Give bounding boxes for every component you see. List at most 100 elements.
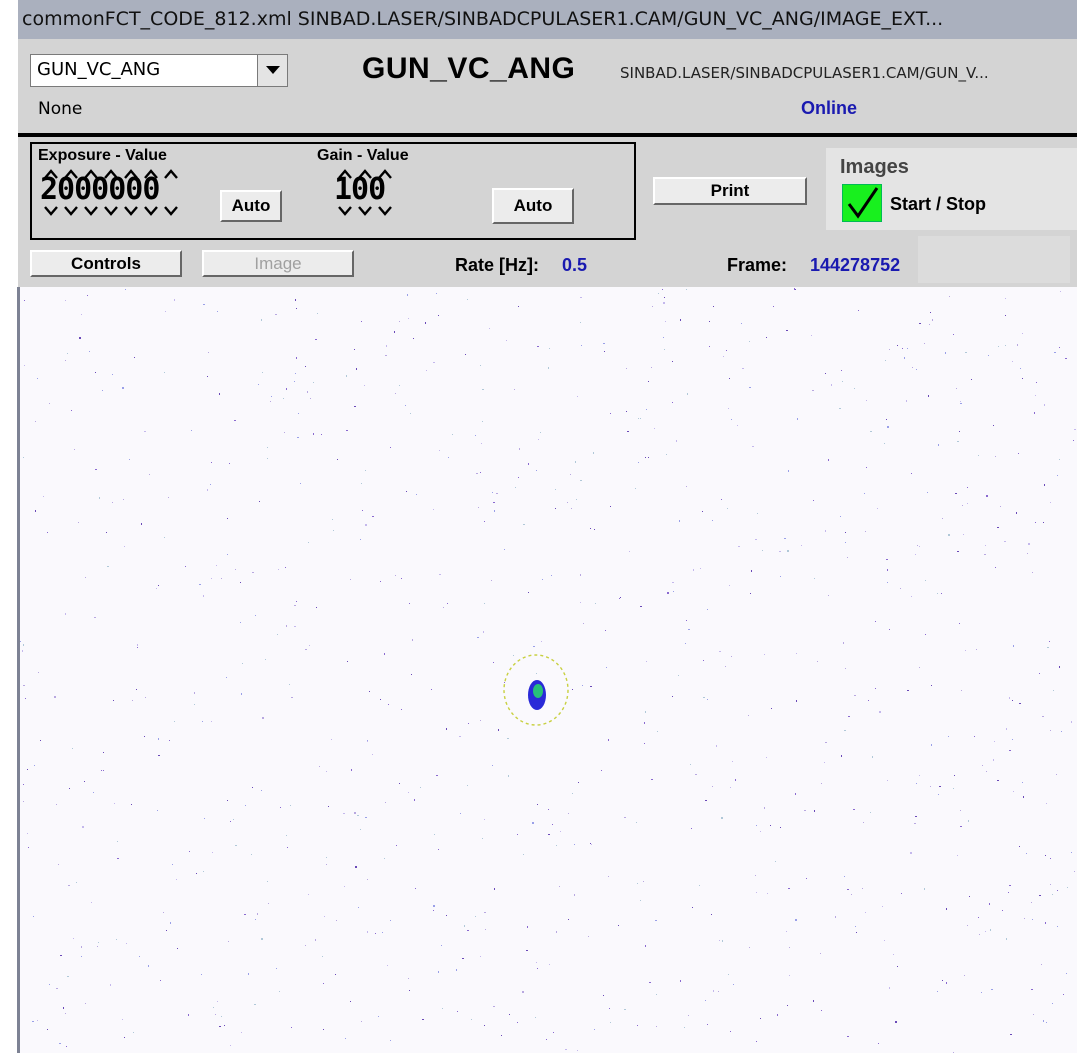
noise-pixel <box>570 474 571 475</box>
noise-pixel <box>480 956 481 957</box>
noise-pixel <box>480 365 481 366</box>
noise-pixel <box>134 357 135 358</box>
noise-pixel <box>433 910 434 911</box>
noise-pixel <box>663 337 664 338</box>
noise-pixel <box>95 469 97 470</box>
noise-pixel <box>165 311 166 312</box>
noise-pixel <box>845 668 846 669</box>
noise-pixel <box>196 873 197 874</box>
noise-pixel <box>1057 926 1058 927</box>
noise-pixel <box>270 401 271 402</box>
noise-pixel <box>1049 641 1050 642</box>
noise-pixel <box>390 920 391 921</box>
gain-auto-button[interactable]: Auto <box>492 188 574 224</box>
exposure-value[interactable]: 2000000 <box>40 172 160 207</box>
noise-pixel <box>773 306 774 307</box>
noise-pixel <box>102 390 103 391</box>
device-selector[interactable]: GUN_VC_ANG <box>30 54 288 87</box>
gain-value[interactable]: 100 <box>334 172 386 207</box>
noise-pixel <box>685 643 686 644</box>
noise-pixel <box>38 672 39 673</box>
noise-pixel <box>443 607 444 608</box>
noise-pixel <box>174 721 175 722</box>
noise-pixel <box>477 637 479 638</box>
noise-pixel <box>492 765 493 766</box>
noise-pixel <box>43 496 44 497</box>
noise-pixel <box>974 736 975 737</box>
noise-pixel <box>825 530 826 532</box>
noise-pixel <box>780 576 781 577</box>
noise-pixel <box>542 579 543 580</box>
noise-pixel <box>915 554 916 555</box>
noise-pixel <box>415 888 416 889</box>
tab-controls[interactable]: Controls <box>30 250 182 277</box>
device-address: SINBAD.LASER/SINBADCPULASER1.CAM/GUN_V..… <box>620 64 989 82</box>
noise-pixel <box>452 434 453 435</box>
noise-pixel <box>1054 352 1056 353</box>
noise-pixel <box>136 689 137 690</box>
noise-pixel <box>1046 803 1047 804</box>
exposure-auto-button[interactable]: Auto <box>220 190 282 222</box>
noise-pixel <box>537 346 539 347</box>
noise-pixel <box>1046 1022 1047 1023</box>
noise-pixel <box>580 297 582 298</box>
noise-pixel <box>638 462 639 463</box>
noise-pixel <box>719 651 721 652</box>
camera-image-view[interactable] <box>20 287 1077 1053</box>
noise-pixel <box>821 1010 822 1011</box>
noise-pixel <box>407 294 408 296</box>
noise-pixel <box>517 1022 518 1023</box>
noise-pixel <box>644 743 645 744</box>
start-stop-label[interactable]: Start / Stop <box>890 194 986 215</box>
noise-pixel <box>925 634 926 635</box>
noise-pixel <box>265 659 266 660</box>
noise-pixel <box>560 831 561 832</box>
noise-pixel <box>593 452 594 454</box>
device-selector-dropdown-button[interactable] <box>257 55 287 86</box>
window-title-bar: commonFCT_CODE_812.xml SINBAD.LASER/SINB… <box>18 0 1077 39</box>
noise-pixel <box>95 372 96 373</box>
exposure-label: Exposure - Value <box>38 147 167 164</box>
noise-pixel <box>588 936 589 937</box>
noise-pixel <box>1035 395 1036 396</box>
start-stop-checkbox[interactable] <box>842 184 882 222</box>
noise-pixel <box>997 780 999 781</box>
noise-pixel <box>399 385 400 386</box>
noise-pixel <box>252 787 253 788</box>
noise-pixel <box>993 425 994 426</box>
noise-pixel <box>65 300 66 301</box>
noise-pixel <box>518 477 519 478</box>
noise-pixel <box>149 474 150 475</box>
noise-pixel <box>784 538 786 539</box>
noise-pixel <box>1009 885 1011 886</box>
noise-pixel <box>866 467 867 468</box>
noise-pixel <box>367 740 368 741</box>
noise-pixel <box>919 323 921 324</box>
noise-pixel <box>436 293 437 294</box>
noise-pixel <box>725 666 726 667</box>
noise-pixel <box>240 622 241 623</box>
noise-pixel <box>939 786 941 787</box>
noise-pixel <box>897 966 898 967</box>
noise-pixel <box>756 892 757 893</box>
noise-pixel <box>864 493 865 494</box>
noise-pixel <box>814 810 815 812</box>
noise-pixel <box>1050 502 1051 503</box>
noise-pixel <box>110 984 111 986</box>
noise-pixel <box>268 903 269 904</box>
noise-pixel <box>420 787 421 788</box>
print-button[interactable]: Print <box>653 177 807 205</box>
noise-pixel <box>278 569 279 570</box>
noise-pixel <box>998 346 999 347</box>
noise-pixel <box>726 350 727 351</box>
noise-pixel <box>346 375 347 377</box>
noise-pixel <box>1005 315 1006 316</box>
noise-pixel <box>350 579 351 580</box>
noise-pixel <box>648 457 649 458</box>
noise-pixel <box>841 755 842 757</box>
noise-pixel <box>350 1001 351 1002</box>
noise-pixel <box>946 982 947 984</box>
noise-pixel <box>604 351 605 352</box>
noise-pixel <box>842 381 843 382</box>
tab-image[interactable]: Image <box>202 250 354 277</box>
